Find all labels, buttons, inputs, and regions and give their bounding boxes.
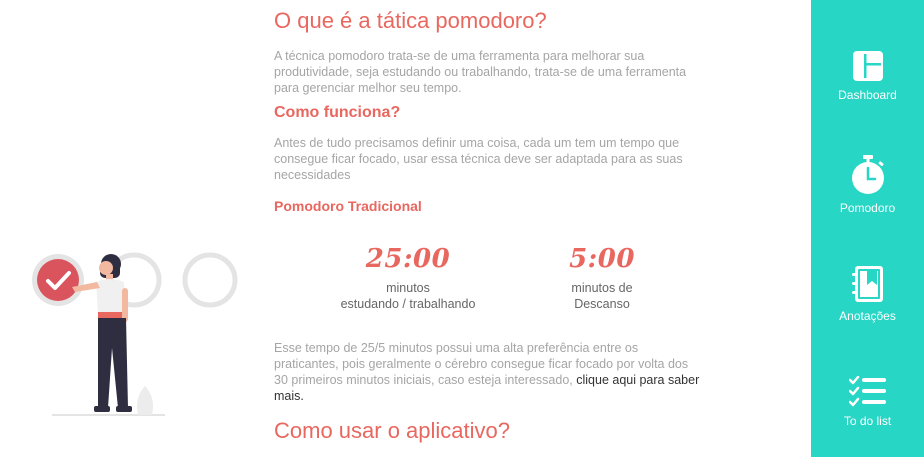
rest-timer-caption: minutos de Descanso (512, 280, 692, 312)
rest-timer: 5:00 minutos de Descanso (512, 244, 692, 312)
sidebar-item-label: To do list (843, 414, 892, 428)
sidebar-item-pomodoro[interactable]: Pomodoro (811, 155, 924, 215)
work-timer-caption: minutos estudando / trabalhando (318, 280, 498, 312)
intro-paragraph: A técnica pomodoro trata-se de uma ferra… (274, 49, 687, 95)
rest-timer-caption-line2: Descanso (574, 297, 630, 311)
plant-icon (136, 386, 154, 415)
sidebar-item-label: Pomodoro (839, 201, 896, 215)
person-checklist-illustration (32, 252, 238, 416)
sidebar-item-label: Dashboard (838, 88, 897, 102)
explanation-paragraph: Esse tempo de 25/5 minutos possui uma al… (274, 340, 704, 404)
sidebar-item-label: Anotações (839, 309, 896, 323)
main-content: O que é a tática pomodoro? A técnica pom… (0, 0, 811, 457)
how-it-works-paragraph: Antes de tudo precisamos definir uma coi… (274, 136, 683, 182)
page-title: O que é a tática pomodoro? (274, 8, 547, 33)
work-timer-caption-line2: estudando / trabalhando (340, 297, 476, 311)
rest-timer-value: 5:00 (569, 244, 635, 274)
how-it-works-heading: Como funciona? (274, 104, 401, 121)
sidebar-item-todo[interactable]: To do list (811, 376, 924, 428)
checklist-icon (848, 376, 886, 407)
usage-heading: Como usar o aplicativo? (274, 418, 511, 443)
progress-circle-empty (182, 252, 238, 308)
work-timer-caption-line1: minutos (386, 281, 430, 295)
sidebar-item-notes[interactable]: Anotações (811, 265, 924, 323)
traditional-heading: Pomodoro Tradicional (274, 198, 422, 214)
progress-circle-done (37, 259, 79, 301)
work-timer-value: 25:00 (365, 244, 451, 274)
sidebar-item-dashboard[interactable]: Dashboard (811, 50, 924, 102)
stopwatch-icon (851, 155, 884, 194)
work-timer: 25:00 minutos estudando / trabalhando (318, 244, 498, 312)
rest-timer-caption-line1: minutos de (571, 281, 633, 295)
sidebar: Dashboard Pomodoro Anotações To do list (811, 0, 924, 457)
notebook-icon (851, 266, 883, 302)
dashboard-icon (852, 51, 883, 81)
